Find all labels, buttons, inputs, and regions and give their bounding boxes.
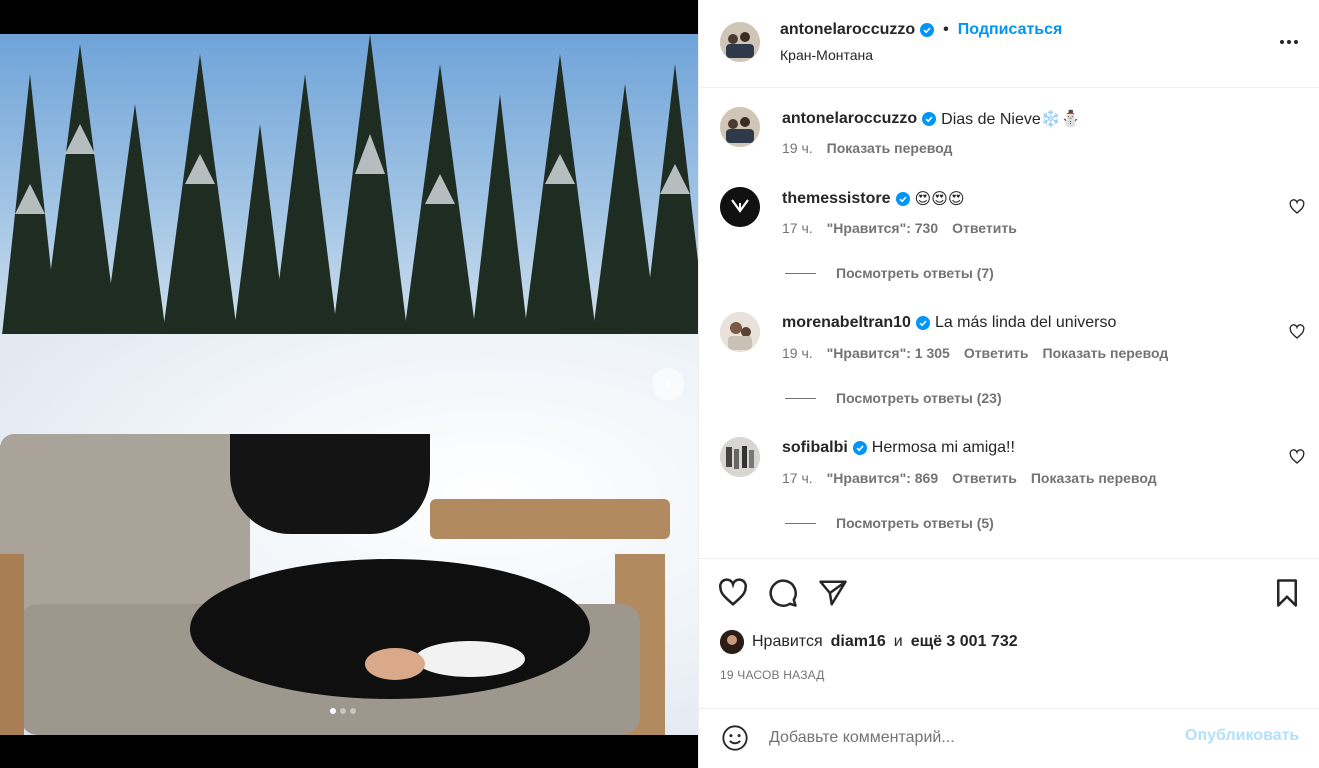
post-location[interactable]: Кран-Монтана [780,47,873,63]
post-media [0,0,698,768]
save-button[interactable] [1271,577,1303,609]
comment-likes-count[interactable]: "Нравится": 869 [827,470,938,486]
verified-badge-icon [922,112,937,126]
post-header: antonelaroccuzzo • Подписаться Кран-Монт… [699,0,1319,88]
comment-text-row: themessistore 😍😍😍 [782,189,965,209]
comment-username[interactable]: themessistore [782,190,891,208]
comment-time[interactable]: 19 ч. [782,345,813,361]
carousel-dot-2 [340,708,346,714]
view-replies-button[interactable]: Посмотреть ответы (5) [785,515,994,531]
caption-translate-button[interactable]: Показать перевод [827,140,953,156]
author-username[interactable]: antonelaroccuzzo [780,21,915,39]
share-button[interactable] [817,577,849,609]
bookmark-icon [1277,579,1297,607]
comment-meta: 19 ч. "Нравится": 1 305 Ответить Показат… [782,345,1168,361]
caption-text-row: antonelaroccuzzo Dias de Nieve❄️⛄ [782,109,1081,129]
comment-text-row: sofibalbi Hermosa mi amiga!! [782,439,1015,457]
comment-avatar[interactable] [720,312,760,352]
like-button[interactable] [717,577,749,609]
view-replies-button[interactable]: Посмотреть ответы (23) [785,390,1002,406]
post-actions: Нравится diam16 и ещё 3 001 732 19 ЧАСОВ… [699,558,1319,708]
emoji-button[interactable] [720,723,750,753]
comment-translate-button[interactable]: Показать перевод [1043,345,1169,361]
more-options-button[interactable] [1277,30,1301,54]
header-separator: • [943,21,949,38]
comment-avatar[interactable] [720,437,760,477]
comment-username[interactable]: sofibalbi [782,439,848,457]
view-replies-label: Посмотреть ответы (5) [836,515,994,531]
liker-username[interactable]: diam16 [831,633,886,651]
publish-button[interactable]: Опубликовать [1185,727,1299,745]
comment-meta: 17 ч. "Нравится": 869 Ответить Показать … [782,470,1157,486]
caption-username[interactable]: antonelaroccuzzo [782,110,917,128]
comment-like-heart-icon[interactable] [1289,449,1305,465]
comment-reply-button[interactable]: Ответить [952,220,1017,236]
author-avatar[interactable] [720,22,760,62]
verified-badge-icon [920,23,935,37]
comment-time[interactable]: 17 ч. [782,220,813,236]
comment-translate-button[interactable]: Показать перевод [1031,470,1157,486]
comment-time[interactable]: 17 ч. [782,470,813,486]
sofa-and-person [0,434,670,735]
comment-text: 😍😍😍 [914,191,965,208]
verified-badge-icon [915,316,930,330]
comment-reply-button[interactable]: Ответить [952,470,1017,486]
comment-like-heart-icon[interactable] [1289,324,1305,340]
likes-prefix: Нравится [752,633,823,650]
comment-text: La más linda del universo [934,314,1117,331]
carousel-dot-1 [330,708,336,714]
comment-composer: Опубликовать [699,708,1319,768]
likes-and: и [893,633,903,650]
replies-line [785,522,816,524]
carousel-next-button[interactable] [652,368,684,400]
follow-button[interactable]: Подписаться [958,21,1063,39]
carousel-indicator [330,708,356,714]
caption-meta: 19 ч. Показать перевод [782,140,952,156]
replies-line [785,397,816,399]
comment-username[interactable]: morenabeltran10 [782,314,911,332]
chevron-right-icon [665,379,672,389]
view-replies-label: Посмотреть ответы (23) [836,390,1002,406]
comment-button[interactable] [767,577,799,609]
post-photo [0,34,698,735]
comments-list: antonelaroccuzzo Dias de Nieve❄️⛄ 19 ч. … [699,89,1319,557]
post-dialog: antonelaroccuzzo • Подписаться Кран-Монт… [0,0,1319,768]
paper-plane-icon [819,580,847,606]
comment-likes-count[interactable]: "Нравится": 1 305 [827,345,950,361]
liker-avatar [720,630,744,654]
verified-badge-icon [895,192,910,206]
comment-reply-button[interactable]: Ответить [964,345,1029,361]
heart-icon [718,578,748,606]
verified-badge-icon [852,441,867,455]
post-timestamp[interactable]: 19 ЧАСОВ НАЗАД [720,668,825,682]
comment-likes-count[interactable]: "Нравится": 730 [827,220,938,236]
likes-summary[interactable]: Нравится diam16 и ещё 3 001 732 [720,630,1018,654]
comment-avatar[interactable] [720,187,760,227]
comment-like-heart-icon[interactable] [1289,199,1305,215]
smiley-icon [722,725,748,751]
caption-text: Dias de Nieve❄️⛄ [941,111,1081,128]
comment-meta: 17 ч. "Нравится": 730 Ответить [782,220,1017,236]
comment-text: Hermosa mi amiga!! [871,439,1015,456]
view-replies-label: Посмотреть ответы (7) [836,265,994,281]
likes-more-count[interactable]: ещё 3 001 732 [911,633,1018,651]
more-horizontal-icon [1280,40,1298,44]
caption-avatar[interactable] [720,107,760,147]
caption-time[interactable]: 19 ч. [782,140,813,156]
carousel-dot-3 [350,708,356,714]
replies-line [785,272,816,274]
comment-bubble-icon [769,579,797,607]
comment-input[interactable] [769,723,1169,753]
post-side-panel: antonelaroccuzzo • Подписаться Кран-Монт… [698,0,1319,768]
view-replies-button[interactable]: Посмотреть ответы (7) [785,265,994,281]
comment-text-row: morenabeltran10 La más linda del univers… [782,314,1116,332]
header-user-row: antonelaroccuzzo • Подписаться [780,21,1062,39]
